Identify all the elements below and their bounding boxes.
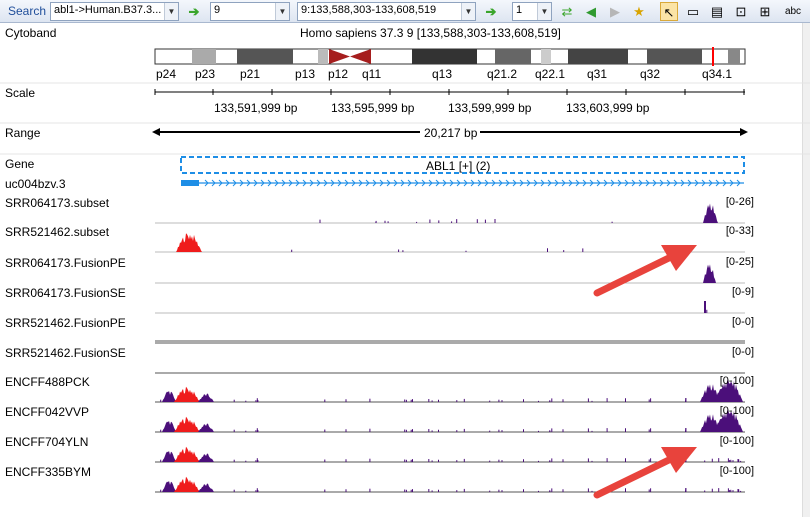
track-data-range: [0-100]: [719, 375, 754, 387]
grid-icon[interactable]: ⊞: [756, 2, 774, 21]
coverage-peak[interactable]: [174, 446, 200, 462]
track-name[interactable]: SRR521462.FusionSE: [5, 346, 126, 360]
zoom-fit-icon[interactable]: ⊡: [732, 2, 750, 21]
track-data-range: [0-0]: [731, 346, 754, 358]
genome-select[interactable]: abl1->Human.B37.3... ▼: [50, 2, 179, 21]
range-label: Range: [5, 126, 41, 140]
locus-input-value: 9:133,588,303-133,608,519: [301, 4, 437, 16]
chromosome-select[interactable]: 9 ▼: [210, 2, 290, 21]
locus-input[interactable]: 9:133,588,303-133,608,519 ▼: [297, 2, 476, 21]
chevron-down-icon[interactable]: ▼: [537, 3, 551, 20]
band-label: q13: [432, 67, 453, 81]
single-panel-icon[interactable]: ▭: [684, 2, 702, 21]
track-name[interactable]: ENCFF488PCK: [5, 375, 90, 389]
coverage-peak[interactable]: [198, 453, 214, 462]
band-label: q32: [640, 67, 661, 81]
genome-select-value: abl1->Human.B37.3...: [54, 4, 162, 16]
track-name[interactable]: SRR521462.subset: [5, 225, 109, 239]
band-label: q11: [362, 67, 382, 81]
band-label: p21: [240, 67, 261, 81]
coverage-peak[interactable]: [198, 393, 214, 402]
band-label: p24: [156, 67, 177, 81]
track-name[interactable]: SRR064173.FusionSE: [5, 286, 126, 300]
track-name[interactable]: SRR064173.subset: [5, 196, 109, 210]
track-data-range: [0-9]: [731, 286, 754, 298]
coverage-peak[interactable]: [162, 450, 176, 462]
scale-tick-label: 133,599,999 bp: [448, 101, 532, 115]
track-canvas: [0, 47, 810, 499]
back-icon[interactable]: ◀: [582, 2, 600, 21]
spellcheck-icon[interactable]: abc: [784, 2, 802, 21]
go-arrow-icon[interactable]: ➔: [482, 2, 500, 21]
frame-select[interactable]: 1 ▼: [512, 2, 552, 21]
frame-select-value: 1: [516, 4, 523, 16]
track-data-range: [0-100]: [719, 465, 754, 477]
coverage-peak[interactable]: [198, 483, 214, 492]
chevron-down-icon[interactable]: ▼: [275, 3, 289, 20]
scale-ruler: [154, 89, 745, 95]
transcript-feature[interactable]: [181, 179, 744, 187]
coverage-peak[interactable]: [198, 423, 214, 432]
track-name[interactable]: ENCFF042VVP: [5, 405, 89, 419]
coverage-peak[interactable]: [162, 420, 176, 432]
annotation-arrow-lower: [593, 447, 697, 499]
scale-tick-label: 133,603,999 bp: [566, 101, 650, 115]
gene-feature-label[interactable]: ABL1 [+] (2): [426, 159, 490, 173]
scale-tick-label: 133,595,999 bp: [331, 101, 415, 115]
gene-label: Gene: [5, 157, 35, 171]
track-name[interactable]: SRR064173.FusionPE: [5, 256, 126, 270]
bookmark-star-icon[interactable]: ★: [630, 2, 648, 21]
track-data-range: [0-33]: [725, 225, 754, 237]
track-data-range: [0-25]: [725, 256, 754, 268]
track-name[interactable]: ENCFF704YLN: [5, 435, 88, 449]
track-name[interactable]: ENCFF335BYM: [5, 465, 91, 479]
track-name[interactable]: SRR521462.FusionPE: [5, 316, 126, 330]
scale-label: Scale: [5, 86, 36, 100]
band-label: q31: [587, 67, 608, 81]
coverage-peak[interactable]: [162, 390, 176, 402]
toolbar: Search abl1->Human.B37.3... ▼ ➔ 9 ▼ 9:13…: [0, 0, 810, 23]
chromosome-select-value: 9: [214, 4, 221, 16]
track-data-range: [0-0]: [731, 316, 754, 328]
select-pointer-icon[interactable]: ↖: [660, 2, 678, 21]
coverage-peak[interactable]: [176, 233, 202, 252]
range-value: 20,217 bp: [422, 126, 480, 140]
band-label: p12: [328, 67, 349, 81]
coverage-peak[interactable]: [174, 476, 200, 492]
band-label: q22.1: [535, 67, 566, 81]
track-data-range: [0-100]: [719, 435, 754, 447]
transcript-label: uc004bzv.3: [5, 177, 66, 191]
band-label: q34.1: [702, 67, 733, 81]
search-label: Search: [8, 4, 47, 18]
coverage-peak[interactable]: [174, 386, 200, 402]
go-arrow-icon[interactable]: ➔: [185, 2, 203, 21]
refresh-icon[interactable]: ⇄: [558, 2, 576, 21]
track-data-range: [0-26]: [725, 196, 754, 208]
band-label: p13: [295, 67, 316, 81]
band-label: p23: [195, 67, 216, 81]
band-label: q21.2: [487, 67, 518, 81]
coverage-bar[interactable]: [704, 301, 706, 313]
chevron-down-icon[interactable]: ▼: [164, 3, 178, 20]
coverage-peak[interactable]: [174, 416, 200, 432]
coverage-peak[interactable]: [162, 480, 176, 492]
chevron-down-icon[interactable]: ▼: [461, 3, 475, 20]
track-panel: Cytoband Homo sapiens 37.3 9 [133,588,30…: [0, 23, 810, 517]
forward-icon[interactable]: ▶: [606, 2, 624, 21]
scale-tick-label: 133,591,999 bp: [214, 101, 298, 115]
track-data-range: [0-100]: [719, 405, 754, 417]
split-panel-icon[interactable]: ▤: [708, 2, 726, 21]
chromosome-ideogram[interactable]: [154, 47, 746, 66]
